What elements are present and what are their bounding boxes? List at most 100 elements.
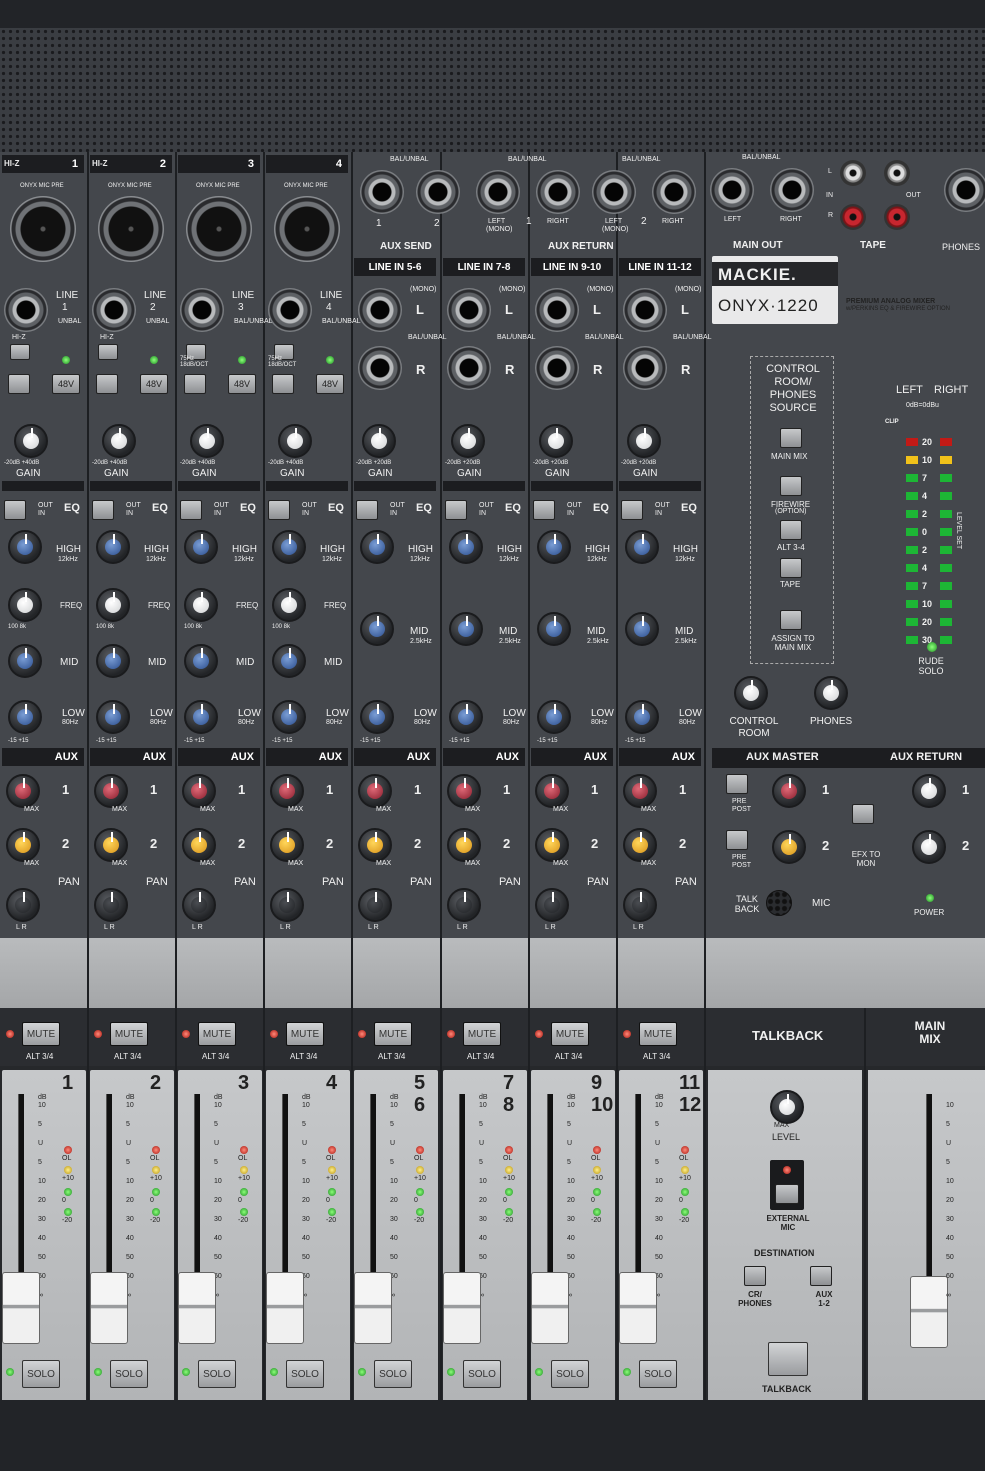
strip-6-solo-button[interactable]: SOLO [551,1360,589,1388]
aux-send-1-jack[interactable] [360,170,404,214]
strip-3-aux1-knob[interactable] [270,774,304,808]
strip-7-solo-button[interactable]: SOLO [639,1360,677,1388]
channel-3-low-cut-button[interactable] [184,374,206,394]
strip-1-solo-button[interactable]: SOLO [110,1360,148,1388]
stereo-0-mid-eq-knob[interactable] [360,612,394,646]
channel-1-xlr-input[interactable] [10,196,76,262]
aux1-pre-post-button[interactable] [726,774,748,794]
channel-2-line-jack[interactable] [92,288,136,332]
stereo-3-left-jack[interactable] [623,288,667,332]
main-mix-source-button[interactable] [780,428,802,448]
stereo-2-left-jack[interactable] [535,288,579,332]
strip-2-pan-knob[interactable] [182,888,216,922]
channel-2-low-eq-knob[interactable] [96,700,130,734]
channel-1-low-eq-knob[interactable] [8,700,42,734]
talkback-button[interactable] [768,1342,808,1376]
strip-6-aux2-knob[interactable] [535,828,569,862]
channel-4-mid-freq-knob[interactable] [272,588,306,622]
channel-1-high-eq-knob[interactable] [8,530,42,564]
channel-4-xlr-input[interactable] [274,196,340,262]
aux-return-1-knob[interactable] [912,774,946,808]
channel-1-mid-eq-knob[interactable] [8,644,42,678]
phones-jack[interactable] [944,168,985,212]
stereo-1-mid-eq-knob[interactable] [449,612,483,646]
stereo-1-low-eq-knob[interactable] [449,700,483,734]
tape-out-l-rca[interactable] [884,160,910,186]
strip-2-solo-button[interactable]: SOLO [198,1360,236,1388]
aux2-master-knob[interactable] [772,830,806,864]
strip-0-solo-button[interactable]: SOLO [22,1360,60,1388]
strip-0-aux1-knob[interactable] [6,774,40,808]
channel-4-gain-knob[interactable] [278,424,312,458]
channel-1-low-cut-button[interactable] [8,374,30,394]
channel-4-mid-eq-knob[interactable] [272,644,306,678]
aux-return-2-right-jack[interactable] [652,170,696,214]
channel-2-eq-button[interactable] [92,500,114,520]
strip-6-fader[interactable] [531,1272,569,1344]
stereo-1-eq-button[interactable] [445,500,467,520]
strip-3-mute-button[interactable]: MUTE [286,1022,324,1046]
stereo-3-mid-eq-knob[interactable] [625,612,659,646]
stereo-3-high-eq-knob[interactable] [625,530,659,564]
channel-2-48v-button[interactable]: 48V [140,374,168,394]
strip-1-pan-knob[interactable] [94,888,128,922]
channel-1-gain-knob[interactable] [14,424,48,458]
stereo-3-gain-knob[interactable] [627,424,661,458]
strip-4-mute-button[interactable]: MUTE [374,1022,412,1046]
channel-2-xlr-input[interactable] [98,196,164,262]
channel-2-high-eq-knob[interactable] [96,530,130,564]
aux-send-2-jack[interactable] [416,170,460,214]
main-mix-fader[interactable] [910,1276,948,1348]
external-mic-button[interactable] [775,1184,799,1204]
aux12-talkback-button[interactable] [810,1266,832,1286]
strip-5-solo-button[interactable]: SOLO [463,1360,501,1388]
alt34-source-button[interactable] [780,520,802,540]
stereo-2-gain-knob[interactable] [539,424,573,458]
strip-0-aux2-knob[interactable] [6,828,40,862]
strip-7-fader[interactable] [619,1272,657,1344]
strip-5-pan-knob[interactable] [447,888,481,922]
strip-5-fader[interactable] [443,1272,481,1344]
phones-knob[interactable] [814,676,848,710]
strip-7-aux1-knob[interactable] [623,774,657,808]
control-room-knob[interactable] [734,676,768,710]
stereo-3-right-jack[interactable] [623,346,667,390]
strip-7-mute-button[interactable]: MUTE [639,1022,677,1046]
aux-return-2-knob[interactable] [912,830,946,864]
stereo-0-left-jack[interactable] [358,288,402,332]
stereo-3-eq-button[interactable] [621,500,643,520]
channel-3-gain-knob[interactable] [190,424,224,458]
strip-4-aux1-knob[interactable] [358,774,392,808]
channel-4-low-eq-knob[interactable] [272,700,306,734]
strip-2-aux1-knob[interactable] [182,774,216,808]
strip-7-aux2-knob[interactable] [623,828,657,862]
channel-1-line-jack[interactable] [4,288,48,332]
efx-to-mon-button[interactable] [852,804,874,824]
channel-3-mid-eq-knob[interactable] [184,644,218,678]
strip-7-pan-knob[interactable] [623,888,657,922]
channel-4-low-cut-button[interactable] [272,374,294,394]
aux-return-2-left-jack[interactable] [592,170,636,214]
channel-2-mid-eq-knob[interactable] [96,644,130,678]
strip-1-aux2-knob[interactable] [94,828,128,862]
channel-3-mid-freq-knob[interactable] [184,588,218,622]
strip-3-pan-knob[interactable] [270,888,304,922]
stereo-2-right-jack[interactable] [535,346,579,390]
stereo-0-low-eq-knob[interactable] [360,700,394,734]
channel-4-line-jack[interactable] [268,288,312,332]
strip-2-fader[interactable] [178,1272,216,1344]
aux-return-1-left-jack[interactable] [476,170,520,214]
main-out-right-jack[interactable] [770,168,814,212]
channel-3-line-jack[interactable] [180,288,224,332]
strip-1-mute-button[interactable]: MUTE [110,1022,148,1046]
strip-1-fader[interactable] [90,1272,128,1344]
tape-source-button[interactable] [780,558,802,578]
channel-4-eq-button[interactable] [268,500,290,520]
strip-3-solo-button[interactable]: SOLO [286,1360,324,1388]
strip-0-pan-knob[interactable] [6,888,40,922]
channel-3-xlr-input[interactable] [186,196,252,262]
tape-in-r-rca[interactable] [840,204,866,230]
cr-phones-button[interactable] [744,1266,766,1286]
aux2-pre-post-button[interactable] [726,830,748,850]
channel-2-low-cut-button[interactable] [96,374,118,394]
